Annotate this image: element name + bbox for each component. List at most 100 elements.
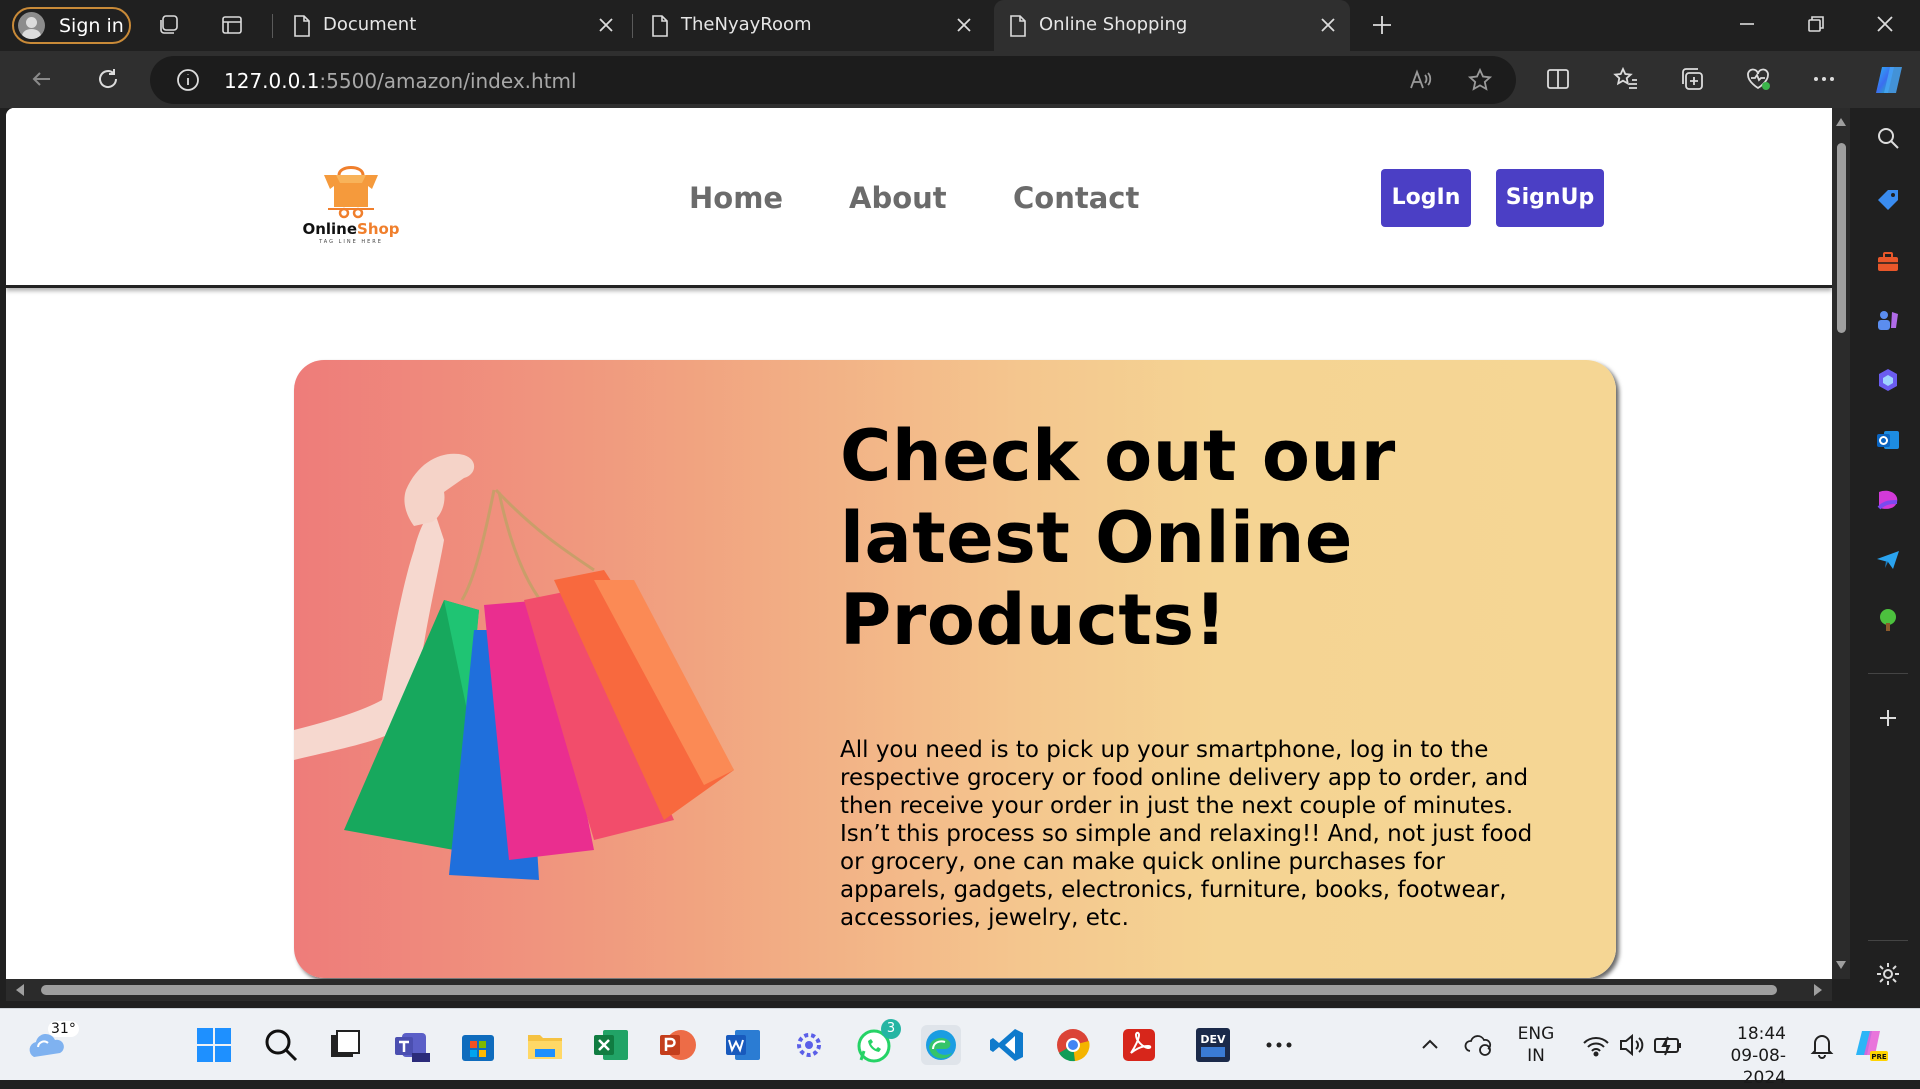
tree-icon[interactable] bbox=[1874, 606, 1902, 634]
horizontal-scrollbar[interactable] bbox=[6, 979, 1832, 1001]
browser-toolbar: 127.0.0.1:5500/amazon/index.html bbox=[0, 51, 1920, 108]
system-clock[interactable]: 18:44 09-08-2024 bbox=[1690, 1023, 1786, 1089]
notification-bell-icon[interactable] bbox=[1802, 1025, 1834, 1065]
site-logo[interactable]: OnlineShop TAG LINE HERE bbox=[296, 153, 406, 253]
start-windows-icon[interactable] bbox=[194, 1025, 234, 1065]
add-sidebar-app-icon[interactable] bbox=[1874, 704, 1902, 732]
shopping-bag-logo-icon bbox=[324, 166, 378, 219]
vertical-scroll-thumb[interactable] bbox=[1837, 143, 1846, 333]
profile-sign-in-button[interactable]: Sign in bbox=[12, 7, 131, 44]
back-icon[interactable] bbox=[28, 65, 56, 93]
new-tab-icon[interactable] bbox=[1370, 13, 1394, 37]
taskbar-search-icon[interactable] bbox=[261, 1025, 301, 1065]
input-language-indicator[interactable]: ENG IN bbox=[1508, 1023, 1564, 1067]
designer-icon[interactable] bbox=[1874, 486, 1902, 514]
tab-actions-icon[interactable] bbox=[220, 13, 244, 37]
more-apps-icon[interactable] bbox=[1259, 1025, 1299, 1065]
clock-time: 18:44 bbox=[1737, 1024, 1786, 1044]
shopping-tag-icon[interactable] bbox=[1874, 186, 1902, 214]
task-view-icon[interactable] bbox=[325, 1025, 365, 1065]
collections-icon[interactable] bbox=[1678, 65, 1706, 93]
url-host: 127.0.0.1 bbox=[224, 69, 320, 93]
site-info-icon[interactable] bbox=[174, 66, 202, 94]
favorites-icon[interactable] bbox=[1612, 65, 1640, 93]
onedrive-sync-icon[interactable] bbox=[1460, 1025, 1496, 1065]
tab-document[interactable]: Document bbox=[278, 0, 628, 51]
copilot-icon[interactable] bbox=[1872, 63, 1906, 97]
browser-essentials-icon[interactable] bbox=[1744, 65, 1772, 93]
close-window-icon[interactable] bbox=[1873, 12, 1897, 36]
url-text[interactable]: 127.0.0.1:5500/amazon/index.html bbox=[224, 69, 577, 93]
microsoft-store-icon[interactable] bbox=[458, 1025, 498, 1065]
nav-contact[interactable]: Contact bbox=[1013, 181, 1139, 215]
split-screen-icon[interactable] bbox=[1544, 65, 1572, 93]
sidebar-divider bbox=[1868, 940, 1908, 941]
chrome-icon[interactable] bbox=[1053, 1025, 1093, 1065]
weather-widget[interactable]: 31° bbox=[26, 1021, 79, 1063]
logo-tagline: TAG LINE HERE bbox=[319, 239, 383, 245]
excel-icon[interactable] bbox=[591, 1025, 631, 1065]
show-hidden-icons-chevron-icon[interactable] bbox=[1410, 1025, 1440, 1065]
url-path: :5500/amazon/index.html bbox=[319, 69, 577, 93]
address-bar[interactable]: 127.0.0.1:5500/amazon/index.html bbox=[150, 56, 1516, 104]
nav-home[interactable]: Home bbox=[689, 181, 783, 215]
search-icon[interactable] bbox=[1874, 124, 1902, 152]
sidebar-divider bbox=[1868, 673, 1908, 674]
logo-word-online: Online bbox=[302, 220, 358, 238]
teams-icon[interactable] bbox=[392, 1025, 432, 1065]
tab-thenyayroom[interactable]: TheNyayRoom bbox=[636, 0, 986, 51]
page-icon bbox=[294, 15, 310, 37]
wifi-icon[interactable] bbox=[1576, 1025, 1609, 1065]
hero-banner: Check out our latest Online Products! Al… bbox=[294, 360, 1616, 978]
games-icon[interactable] bbox=[1874, 306, 1902, 334]
volume-icon[interactable] bbox=[1612, 1025, 1644, 1065]
minimize-icon[interactable] bbox=[1735, 12, 1759, 36]
scroll-down-arrow-icon[interactable] bbox=[1836, 961, 1846, 969]
scroll-up-arrow-icon[interactable] bbox=[1836, 118, 1846, 126]
powerpoint-icon[interactable] bbox=[657, 1025, 697, 1065]
vscode-icon[interactable] bbox=[987, 1025, 1027, 1065]
read-aloud-icon[interactable] bbox=[1406, 66, 1434, 94]
copilot-pre-icon[interactable]: PRE bbox=[1850, 1025, 1890, 1065]
clock-date: 09-08-2024 bbox=[1730, 1046, 1786, 1088]
battery-charging-icon[interactable] bbox=[1648, 1025, 1681, 1065]
more-options-icon[interactable] bbox=[1810, 65, 1838, 93]
language-code: ENG bbox=[1517, 1024, 1555, 1044]
sign-in-label: Sign in bbox=[59, 15, 124, 37]
copilot-sidebar-icon[interactable] bbox=[1874, 366, 1902, 394]
scroll-right-arrow-icon[interactable] bbox=[1814, 984, 1822, 996]
dev-cpp-icon[interactable]: DEV bbox=[1193, 1025, 1233, 1065]
file-explorer-icon[interactable] bbox=[525, 1025, 565, 1065]
close-tab-icon[interactable] bbox=[594, 13, 618, 37]
word-icon[interactable] bbox=[723, 1025, 763, 1065]
snipping-settings-icon[interactable] bbox=[789, 1025, 829, 1065]
avatar-icon bbox=[18, 12, 45, 39]
horizontal-scroll-thumb[interactable] bbox=[41, 985, 1777, 995]
refresh-icon[interactable] bbox=[94, 65, 122, 93]
login-button[interactable]: LogIn bbox=[1381, 169, 1471, 227]
logo-wordmark: OnlineShop bbox=[296, 220, 406, 238]
tab-title: Document bbox=[323, 14, 417, 35]
telegram-send-icon[interactable] bbox=[1874, 546, 1902, 574]
workspaces-icon[interactable] bbox=[157, 13, 181, 37]
acrobat-icon[interactable] bbox=[1119, 1025, 1159, 1065]
settings-gear-icon[interactable] bbox=[1874, 960, 1902, 988]
whatsapp-icon[interactable]: 3 bbox=[855, 1019, 901, 1065]
nav-about[interactable]: About bbox=[849, 181, 947, 215]
favorite-star-icon[interactable] bbox=[1466, 66, 1494, 94]
svg-text:DEV: DEV bbox=[1200, 1033, 1226, 1046]
page-icon bbox=[652, 15, 668, 37]
tab-online-shopping[interactable]: Online Shopping bbox=[994, 0, 1350, 51]
edge-sidebar bbox=[1856, 108, 1920, 1009]
edge-browser-icon[interactable] bbox=[921, 1025, 961, 1065]
scroll-left-arrow-icon[interactable] bbox=[16, 984, 24, 996]
vertical-scrollbar[interactable] bbox=[1832, 108, 1850, 979]
close-tab-icon[interactable] bbox=[1316, 13, 1340, 37]
page-icon bbox=[1010, 15, 1026, 37]
outlook-icon[interactable] bbox=[1874, 426, 1902, 454]
tab-separator bbox=[632, 14, 633, 38]
tools-icon[interactable] bbox=[1874, 248, 1902, 276]
signup-button[interactable]: SignUp bbox=[1496, 169, 1604, 227]
close-tab-icon[interactable] bbox=[952, 13, 976, 37]
restore-icon[interactable] bbox=[1804, 12, 1828, 36]
